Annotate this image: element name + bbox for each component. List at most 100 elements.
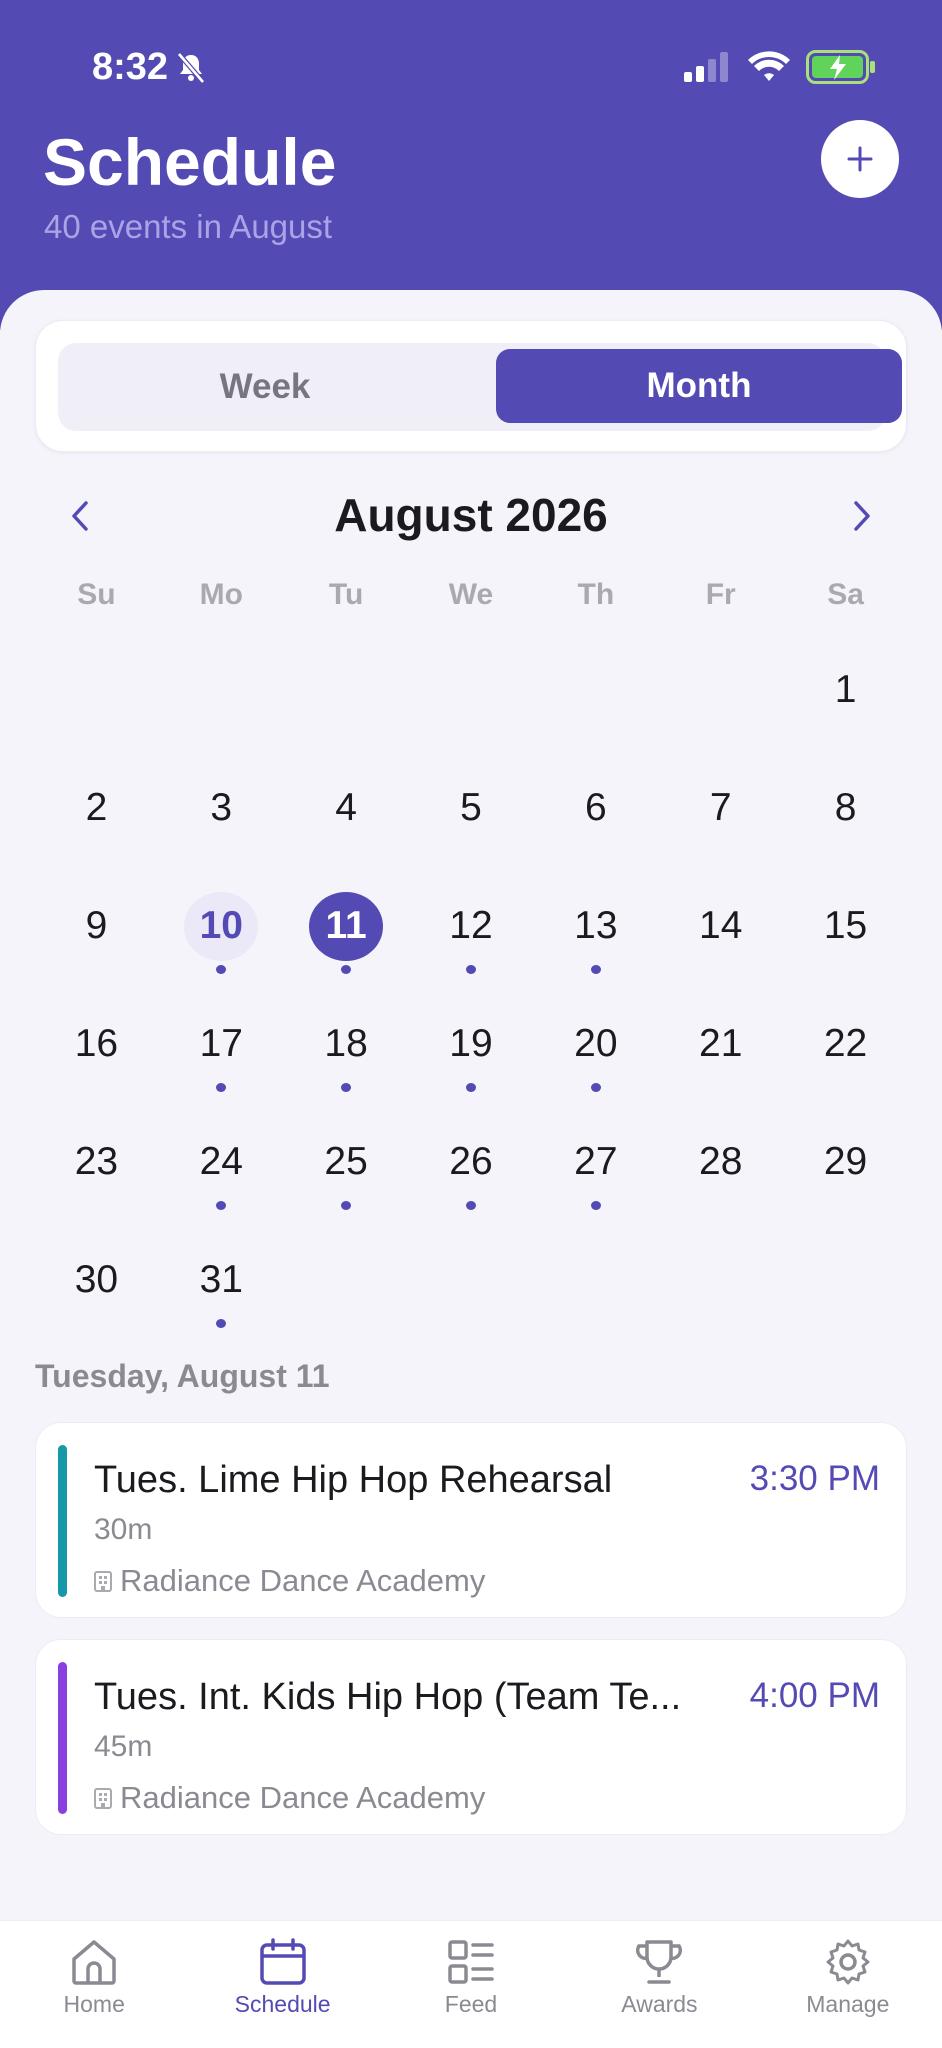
calendar-day-number: 23: [74, 1140, 119, 1184]
tab-awards[interactable]: Awards: [565, 1921, 753, 2048]
month-toggle-button[interactable]: Month: [496, 349, 902, 423]
calendar-day[interactable]: 29: [783, 1092, 908, 1210]
calendar-day[interactable]: 31: [159, 1210, 284, 1328]
calendar-day[interactable]: 25: [284, 1092, 409, 1210]
calendar-day[interactable]: 23: [34, 1092, 159, 1210]
tab-schedule-label: Schedule: [234, 1991, 331, 2017]
event-indicator-dot: [341, 1082, 352, 1092]
calendar-day-number: 13: [574, 904, 618, 948]
calendar-icon: [259, 1938, 306, 1985]
trophy-icon: [636, 1940, 683, 1984]
selected-date-heading: Tuesday, August 11: [35, 1358, 330, 1394]
calendar-day[interactable]: 2: [34, 738, 159, 856]
calendar-day-number: 21: [699, 1022, 743, 1066]
status-bar-indicators: [684, 50, 876, 84]
event-indicator-dot: [216, 1200, 227, 1210]
event-indicator-dot: [465, 964, 476, 974]
calendar-day[interactable]: 14: [658, 856, 783, 974]
tab-manage[interactable]: Manage: [754, 1921, 942, 2048]
week-toggle-button[interactable]: Week: [58, 343, 472, 431]
calendar-day[interactable]: 18: [284, 974, 409, 1092]
calendar-day-number: 2: [85, 786, 108, 830]
tab-home[interactable]: Home: [0, 1921, 188, 2048]
calendar-day[interactable]: 9: [34, 856, 159, 974]
event-location: Radiance Dance Academy: [92, 1563, 485, 1599]
bottom-tab-bar: Home Schedule Feed Awards Manage: [0, 1920, 942, 2048]
calendar-day[interactable]: 12: [409, 856, 534, 974]
calendar-day-number: 11: [309, 892, 384, 961]
event-indicator-dot: [590, 1200, 601, 1210]
calendar-day-number: 20: [574, 1022, 618, 1066]
wifi-icon: [748, 51, 790, 81]
weekday-label: Tu: [328, 578, 364, 611]
plus-icon: [847, 146, 873, 172]
weekday-label: Sa: [827, 578, 864, 611]
event-time: 3:30 PM: [749, 1459, 880, 1498]
calendar-day[interactable]: 28: [658, 1092, 783, 1210]
event-indicator-dot: [590, 1082, 601, 1092]
calendar-day-number: 12: [449, 904, 493, 948]
calendar-day-number: 4: [335, 786, 357, 830]
calendar-day-number: 15: [823, 904, 868, 948]
calendar-day[interactable]: 17: [159, 974, 284, 1092]
tab-manage-label: Manage: [806, 1991, 890, 2017]
calendar-day[interactable]: 4: [284, 738, 409, 856]
calendar-day-number: 26: [449, 1140, 493, 1184]
calendar-day[interactable]: 19: [409, 974, 534, 1092]
calendar-day-number: 31: [199, 1258, 243, 1302]
calendar-day-number: 6: [584, 786, 607, 830]
calendar-day[interactable]: 22: [783, 974, 908, 1092]
calendar-day[interactable]: 27: [533, 1092, 658, 1210]
calendar-day[interactable]: 6: [533, 738, 658, 856]
calendar-day[interactable]: 8: [783, 738, 908, 856]
calendar-day[interactable]: 20: [533, 974, 658, 1092]
calendar-day-number: 16: [74, 1022, 119, 1066]
calendar-day[interactable]: 1: [783, 620, 908, 738]
calendar-day[interactable]: 15: [783, 856, 908, 974]
calendar-day[interactable]: 11: [284, 856, 409, 974]
calendar-blank-cell: [34, 620, 159, 738]
calendar-day[interactable]: 3: [159, 738, 284, 856]
gear-icon: [826, 1939, 870, 1985]
add-event-button[interactable]: [821, 120, 899, 198]
weekday-label: Fr: [705, 578, 736, 611]
calendar-day-number: 18: [324, 1022, 368, 1066]
building-icon: [94, 1788, 112, 1809]
calendar-day[interactable]: 26: [409, 1092, 534, 1210]
event-card[interactable]: Tues. Int. Kids Hip Hop (Team Te... 4:00…: [35, 1639, 907, 1835]
calendar-day-number: 9: [85, 904, 108, 948]
calendar-day[interactable]: 30: [34, 1210, 159, 1328]
event-location: Radiance Dance Academy: [92, 1780, 485, 1816]
bell-muted-icon: [177, 51, 205, 84]
event-indicator-dot: [341, 964, 352, 974]
next-month-button[interactable]: [842, 494, 882, 538]
calendar-day[interactable]: 21: [658, 974, 783, 1092]
calendar-day[interactable]: 13: [533, 856, 658, 974]
calendar-day[interactable]: 10: [159, 856, 284, 974]
event-indicator-dot: [216, 964, 227, 974]
calendar-day[interactable]: 7: [658, 738, 783, 856]
view-toggle: Week Month: [58, 343, 902, 431]
calendar-day-number: 30: [74, 1258, 119, 1302]
calendar-day-number: 1: [834, 668, 857, 712]
battery-charging-icon: [806, 50, 875, 84]
calendar-day[interactable]: 24: [159, 1092, 284, 1210]
calendar-day[interactable]: 16: [34, 974, 159, 1092]
calendar-day-number: 25: [324, 1140, 368, 1184]
calendar-blank-cell: [658, 620, 783, 738]
tab-schedule[interactable]: Schedule: [188, 1921, 376, 2048]
calendar-day[interactable]: 5: [409, 738, 534, 856]
building-icon: [94, 1571, 112, 1592]
tab-home-label: Home: [63, 1991, 125, 2017]
tab-feed[interactable]: Feed: [377, 1921, 565, 2048]
event-location-label: Radiance Dance Academy: [120, 1563, 486, 1598]
month-navigation: August 2026: [0, 486, 942, 546]
event-time: 4:00 PM: [749, 1676, 880, 1715]
event-card[interactable]: Tues. Lime Hip Hop Rehearsal 3:30 PM 30m…: [35, 1422, 907, 1618]
calendar-blank-cell: [409, 620, 534, 738]
calendar-day-number: 19: [449, 1022, 493, 1066]
cellular-signal-icon: [684, 52, 728, 82]
view-toggle-card: Week Month: [35, 320, 907, 452]
page-subtitle: 40 events in August: [44, 208, 333, 245]
event-color-bar: [58, 1662, 67, 1814]
